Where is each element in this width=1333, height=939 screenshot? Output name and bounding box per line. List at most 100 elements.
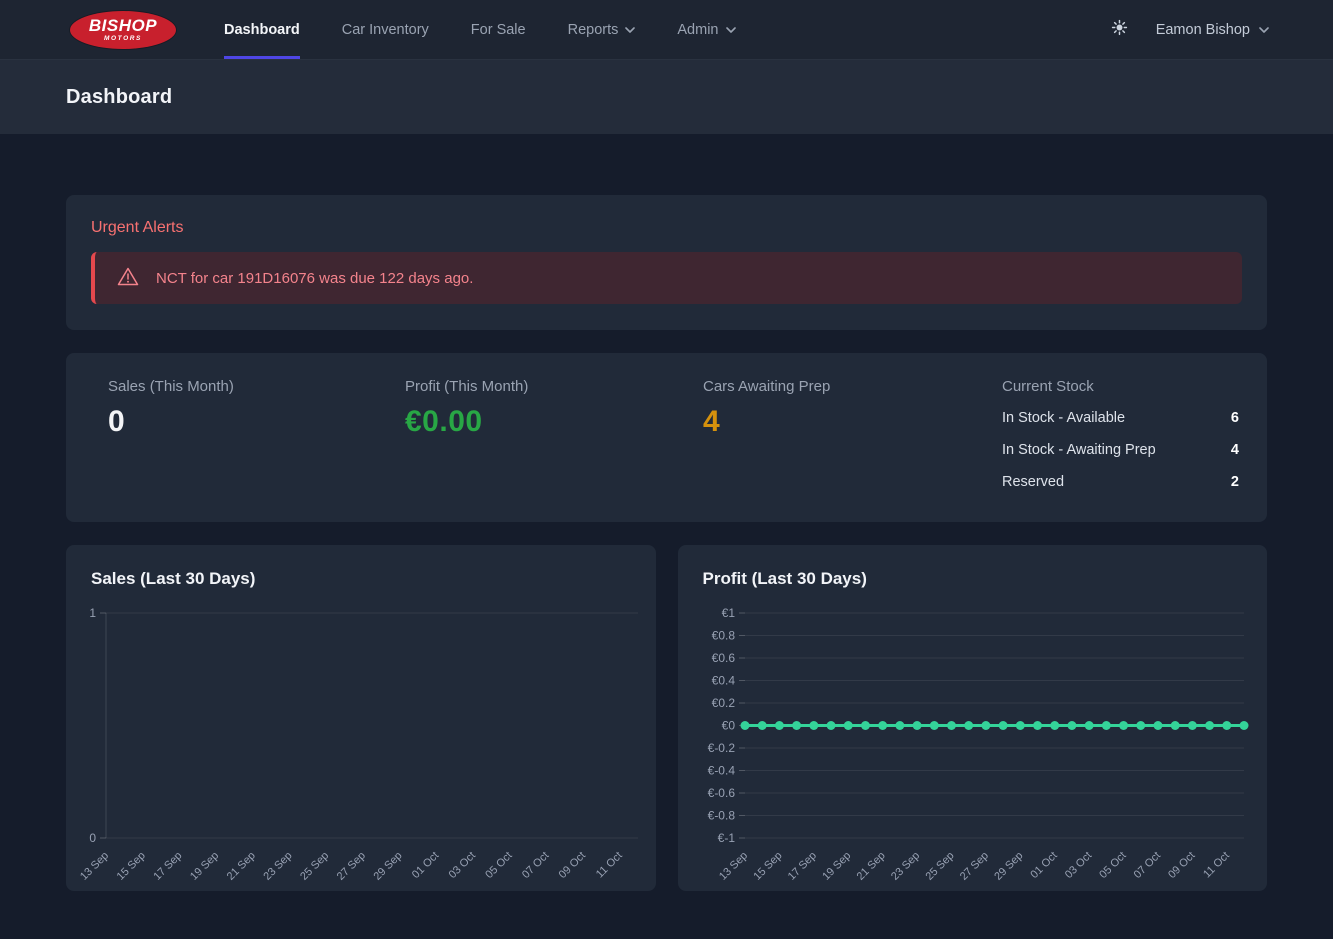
svg-text:13 Sep: 13 Sep [716,850,749,883]
chevron-down-icon [1259,27,1269,33]
svg-text:€-0.8: €-0.8 [707,809,735,823]
svg-text:25 Sep: 25 Sep [923,850,956,883]
stock-value: 6 [1231,410,1239,426]
sun-icon [1111,19,1128,41]
svg-text:€-0.4: €-0.4 [707,764,735,778]
stock-row-awaiting-prep: In Stock - Awaiting Prep 4 [1002,433,1239,465]
svg-text:29 Sep: 29 Sep [371,850,404,883]
nav-item-car-inventory[interactable]: Car Inventory [342,0,429,59]
nav-item-dashboard[interactable]: Dashboard [224,0,300,59]
nav-item-label: For Sale [471,22,526,38]
brand-logo[interactable]: BISHOP MOTORS [70,11,176,49]
alert-item: NCT for car 191D16076 was due 122 days a… [91,252,1242,304]
stat-label: Cars Awaiting Prep [703,378,1002,395]
stock-label: In Stock - Awaiting Prep [1002,442,1156,458]
nav-item-label: Reports [568,22,619,38]
brand-subtitle: MOTORS [104,36,142,43]
charts-row: Sales (Last 30 Days) 1013 Sep15 Sep17 Se… [66,545,1267,914]
svg-text:17 Sep: 17 Sep [151,850,184,883]
stat-value: 0 [108,405,405,439]
svg-text:11 Oct: 11 Oct [594,850,625,881]
chart-title: Sales (Last 30 Days) [91,569,631,589]
navbar: BISHOP MOTORS Dashboard Car Inventory Fo… [0,0,1333,60]
svg-text:01 Oct: 01 Oct [1028,850,1059,881]
page-header: Dashboard [0,60,1333,134]
page-title: Dashboard [66,86,172,109]
stat-label: Profit (This Month) [405,378,703,395]
svg-text:€1: €1 [721,606,735,620]
stock-label: In Stock - Available [1002,410,1125,426]
svg-text:25 Sep: 25 Sep [298,850,331,883]
alert-text: NCT for car 191D16076 was due 122 days a… [156,270,473,287]
svg-text:05 Oct: 05 Oct [483,850,514,881]
svg-text:01 Oct: 01 Oct [410,850,441,881]
svg-text:€-0.6: €-0.6 [707,786,735,800]
stat-profit-month: Profit (This Month) €0.00 [405,378,703,497]
svg-text:27 Sep: 27 Sep [335,850,368,883]
svg-text:€0.8: €0.8 [711,629,735,643]
svg-text:09 Oct: 09 Oct [557,850,588,881]
nav-item-label: Dashboard [224,22,300,38]
stat-cars-awaiting-prep: Cars Awaiting Prep 4 [703,378,1002,497]
svg-text:€-1: €-1 [717,831,735,845]
svg-text:€0: €0 [721,719,735,733]
svg-text:0: 0 [89,831,96,845]
svg-text:03 Oct: 03 Oct [1062,850,1093,881]
svg-text:27 Sep: 27 Sep [957,850,990,883]
svg-text:13 Sep: 13 Sep [78,850,111,883]
svg-text:17 Sep: 17 Sep [785,850,818,883]
current-stock-title: Current Stock [1002,378,1239,395]
stat-sales-month: Sales (This Month) 0 [108,378,405,497]
stat-label: Sales (This Month) [108,378,405,395]
stat-value: €0.00 [405,405,703,439]
chart-title: Profit (Last 30 Days) [703,569,1243,589]
current-stock-list: In Stock - Available 6 In Stock - Awaiti… [1002,401,1239,497]
svg-text:11 Oct: 11 Oct [1201,850,1232,881]
main-nav: Dashboard Car Inventory For Sale Reports… [224,0,778,59]
svg-text:05 Oct: 05 Oct [1097,850,1128,881]
svg-text:09 Oct: 09 Oct [1166,850,1197,881]
stock-row-reserved: Reserved 2 [1002,465,1239,497]
nav-item-for-sale[interactable]: For Sale [471,0,526,59]
sales-chart-card: Sales (Last 30 Days) 1 0 13 Sep15 Sep17 Se… [66,545,656,891]
svg-text:15 Sep: 15 Sep [751,850,784,883]
nav-item-reports[interactable]: Reports [568,0,636,59]
sales-chart-canvas: 1013 Sep15 Sep17 Sep19 Sep21 Sep23 Sep25… [91,598,631,882]
navbar-right: Eamon Bishop [1111,0,1269,59]
stock-value: 4 [1231,442,1239,458]
chevron-down-icon [625,27,635,33]
profit-chart-card: Profit (Last 30 Days) €1 €0.8 €0.6 €0.4 €0.2… [678,545,1268,891]
profit-chart-canvas: €1 €0.8 €0.6 €0.4 €0.2 €0 €-0.2 €-0.4 €-0.6 €-0.8… [703,598,1243,882]
stats-card: Sales (This Month) 0 Profit (This Month)… [66,353,1267,522]
urgent-alerts-title: Urgent Alerts [91,219,1242,237]
nav-item-admin[interactable]: Admin [677,0,735,59]
theme-toggle-button[interactable] [1111,19,1128,41]
user-menu[interactable]: Eamon Bishop [1156,22,1269,38]
svg-text:21 Sep: 21 Sep [225,850,258,883]
svg-text:19 Sep: 19 Sep [820,850,853,883]
svg-text:€0.6: €0.6 [711,651,735,665]
svg-text:29 Sep: 29 Sep [992,850,1025,883]
current-stock: Current Stock In Stock - Available 6 In … [1002,378,1239,497]
svg-text:€-0.2: €-0.2 [707,741,735,755]
chevron-down-icon [726,27,736,33]
svg-text:1: 1 [89,606,96,620]
brand-name: BISHOP [89,17,157,34]
nav-item-label: Admin [677,22,718,38]
svg-text:03 Oct: 03 Oct [447,850,478,881]
stock-label: Reserved [1002,474,1064,490]
svg-text:21 Sep: 21 Sep [854,850,887,883]
stock-value: 2 [1231,474,1239,490]
main-content: Urgent Alerts NCT for car 191D16076 was … [0,134,1333,914]
svg-text:23 Sep: 23 Sep [889,850,922,883]
svg-text:€0.4: €0.4 [711,674,735,688]
svg-text:€0.2: €0.2 [711,696,735,710]
svg-text:07 Oct: 07 Oct [520,850,551,881]
svg-text:15 Sep: 15 Sep [115,850,148,883]
stock-row-available: In Stock - Available 6 [1002,401,1239,433]
user-name: Eamon Bishop [1156,22,1250,38]
warning-triangle-icon [117,266,139,291]
svg-text:19 Sep: 19 Sep [188,850,221,883]
nav-item-label: Car Inventory [342,22,429,38]
urgent-alerts-card: Urgent Alerts NCT for car 191D16076 was … [66,195,1267,330]
